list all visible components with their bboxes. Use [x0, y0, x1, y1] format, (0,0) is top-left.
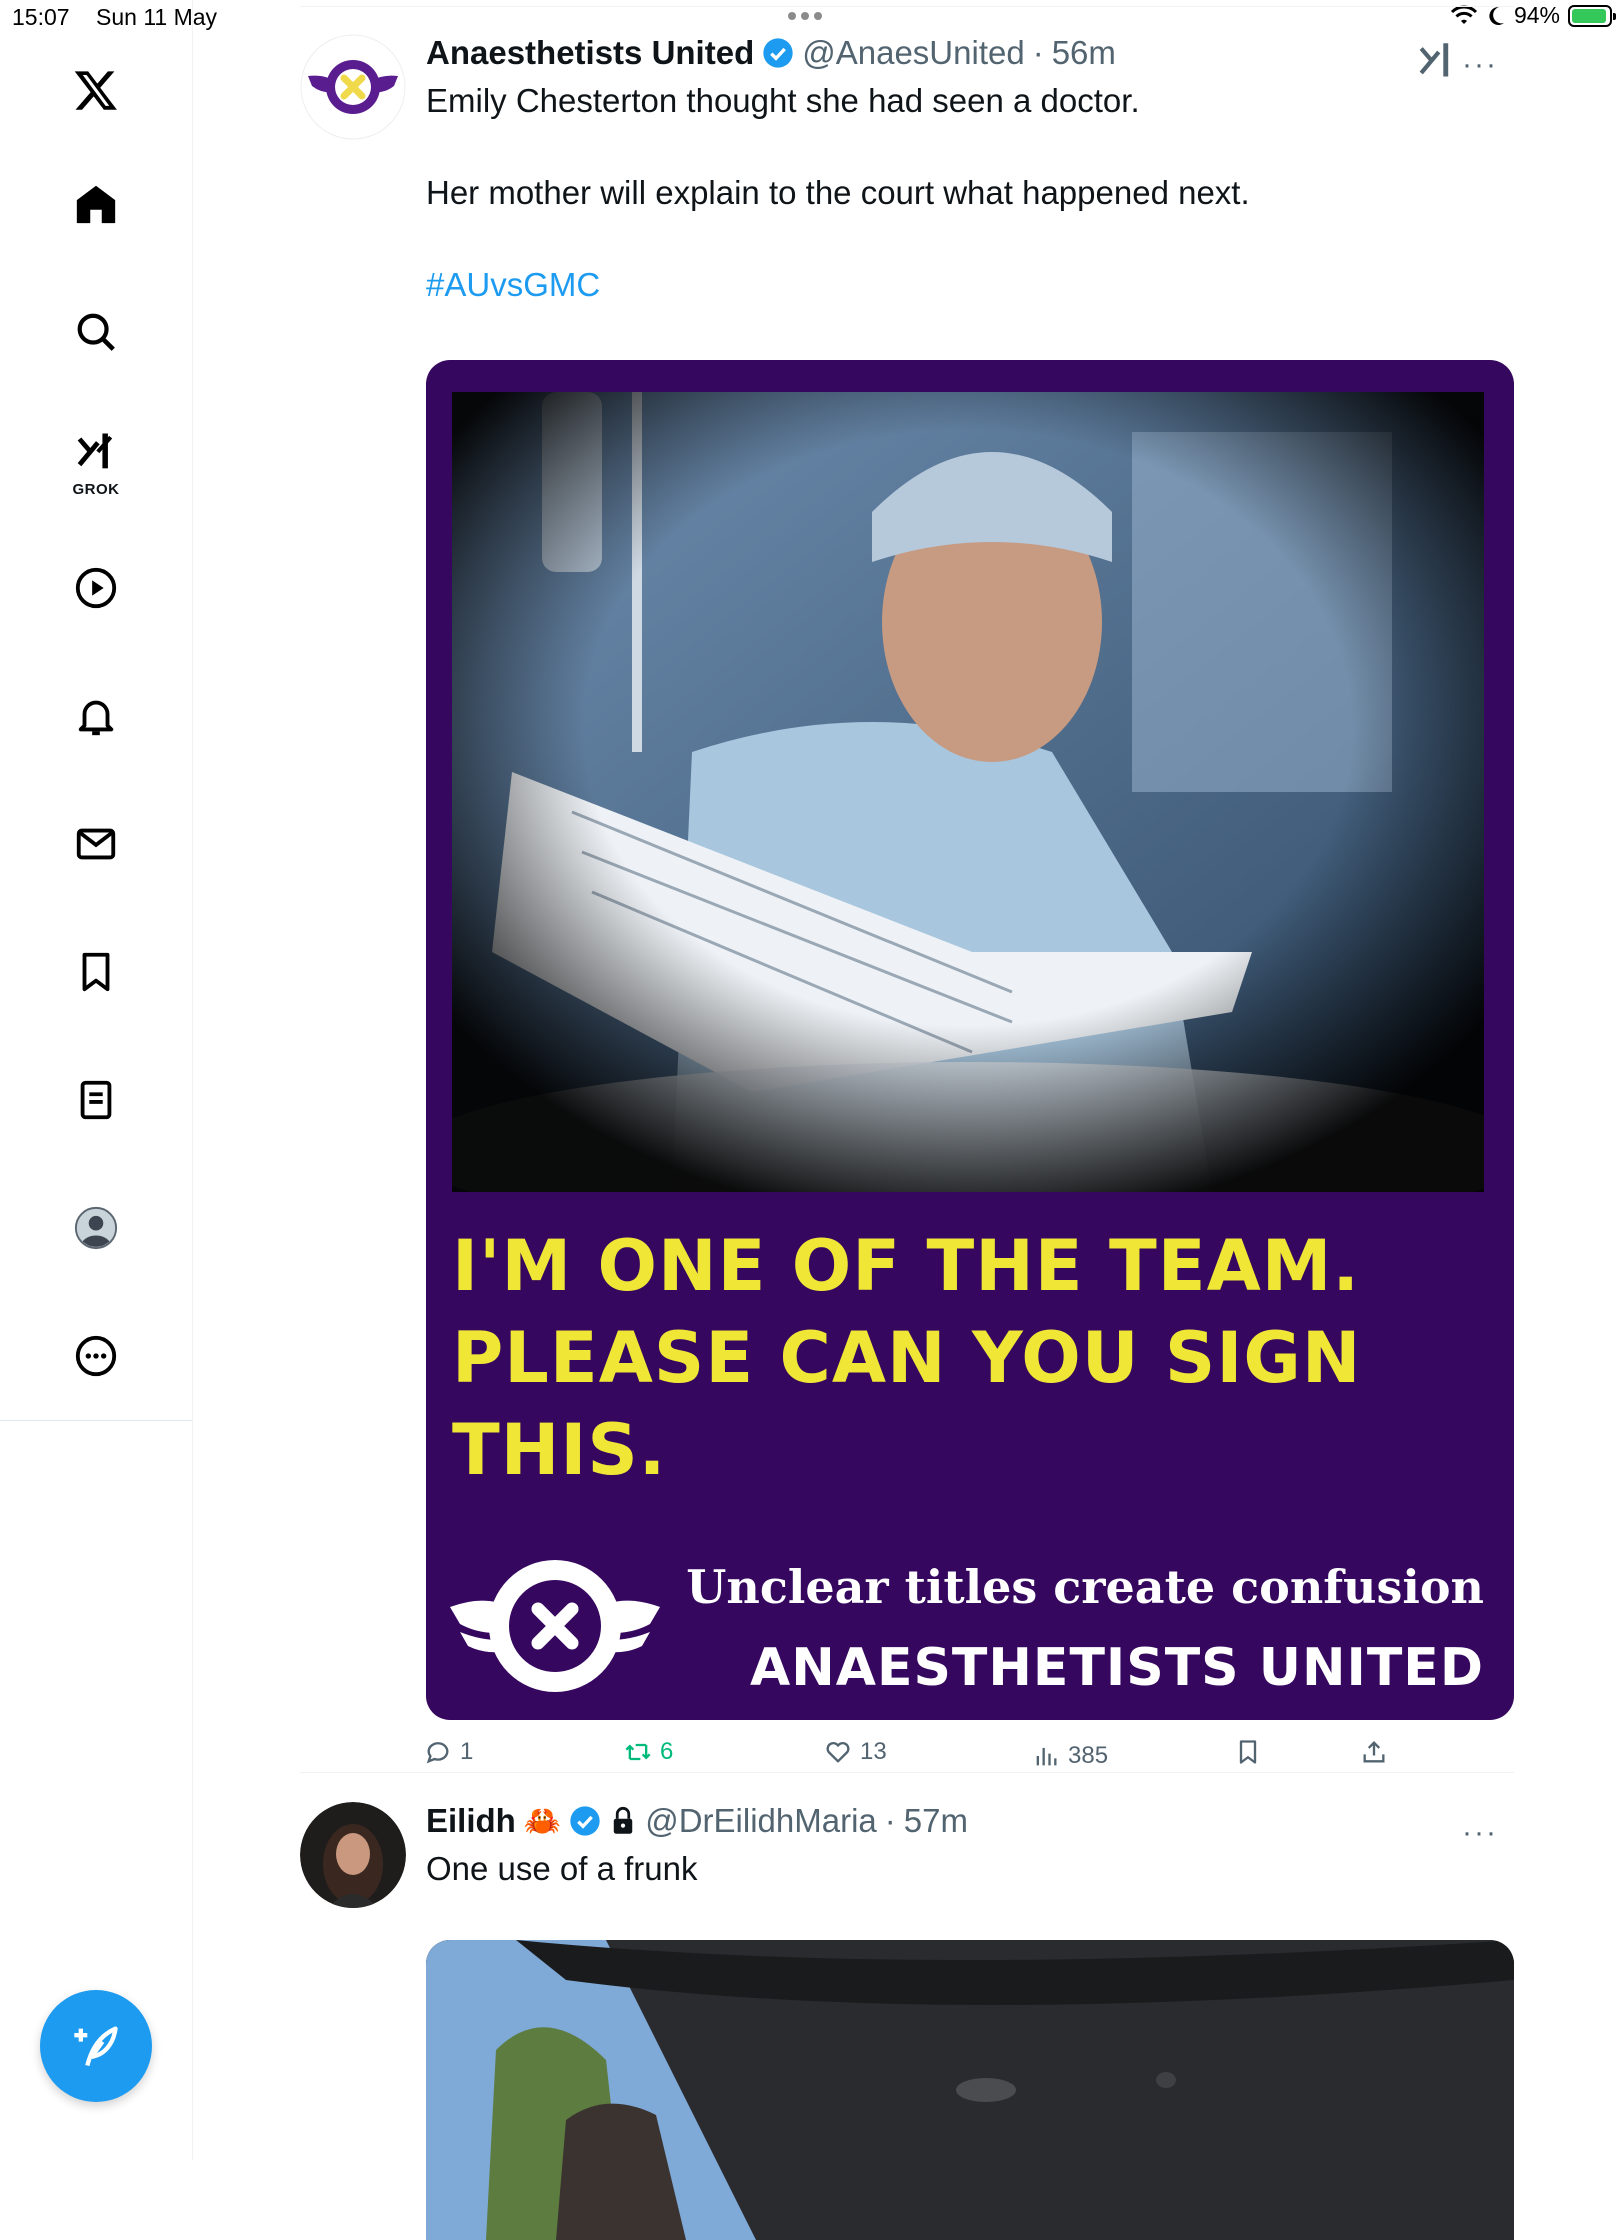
- heart-icon: [826, 1741, 850, 1763]
- home-icon[interactable]: [60, 168, 132, 240]
- anaesthetists-united-logo: [450, 1560, 660, 1692]
- like-count: 13: [860, 1738, 887, 1765]
- wifi-icon: [1450, 5, 1478, 24]
- hashtag-link[interactable]: #AUvsGMC: [426, 262, 600, 308]
- poster-photo: [452, 392, 1484, 1192]
- bookmarks-icon[interactable]: [60, 936, 132, 1008]
- video-icon[interactable]: [60, 552, 132, 624]
- tweet-text-line-2: Her mother will explain to the court wha…: [426, 174, 1250, 211]
- tweet-header: Eilidh 🦀 @DrEilidhMaria · 57m: [426, 1802, 968, 1840]
- views-count: 385: [1068, 1742, 1109, 1769]
- tweet-media-image[interactable]: I'M ONE OF THE TEAM. PLEASE CAN YOU SIGN…: [426, 360, 1514, 1720]
- notifications-icon[interactable]: [60, 680, 132, 752]
- verified-badge-icon: [570, 1806, 600, 1836]
- tweet-media-image[interactable]: [426, 1940, 1514, 2240]
- poster-headline: I'M ONE OF THE TEAM. PLEASE CAN YOU SIGN…: [452, 1220, 1514, 1496]
- x-logo-icon[interactable]: [60, 54, 132, 126]
- verified-badge-icon: [763, 38, 793, 68]
- search-icon[interactable]: [60, 296, 132, 368]
- grok-label: GROK: [72, 481, 120, 498]
- sidebar-nav: GROK: [0, 0, 193, 2160]
- crab-emoji: 🦀: [523, 1804, 562, 1838]
- poster-org-name: ANAESTHETISTS UNITED: [749, 1638, 1484, 1698]
- battery-percent: 94%: [1513, 2, 1560, 28]
- sidebar-divider: [0, 1420, 192, 1421]
- tweet-divider: [300, 1772, 1514, 1773]
- moon-icon: [1489, 6, 1504, 25]
- profile-icon[interactable]: [60, 1192, 132, 1264]
- handle[interactable]: @AnaesUnited: [802, 34, 1024, 72]
- display-name[interactable]: Anaesthetists United: [426, 34, 754, 72]
- timestamp[interactable]: 56m: [1052, 34, 1116, 72]
- feed-top-divider: [300, 6, 1514, 7]
- views-icon: [1036, 1747, 1057, 1766]
- handle[interactable]: @DrEilidhMaria: [645, 1802, 877, 1840]
- more-options-icon[interactable]: ···: [1462, 1816, 1498, 1850]
- more-icon[interactable]: [60, 1320, 132, 1392]
- share-button[interactable]: [1360, 1738, 1388, 1766]
- grok-explain-icon[interactable]: [1416, 38, 1458, 80]
- share-icon: [1363, 1741, 1385, 1763]
- reply-count: 1: [460, 1738, 474, 1765]
- bookmark-icon: [1239, 1740, 1257, 1764]
- poster-tagline: Unclear titles create confusion: [686, 1560, 1484, 1614]
- messages-icon[interactable]: [60, 808, 132, 880]
- repost-count: 6: [660, 1738, 674, 1765]
- lists-icon[interactable]: [60, 1064, 132, 1136]
- views-button[interactable]: 385: [1032, 1742, 1108, 1770]
- lock-icon: [613, 1806, 633, 1834]
- tweet[interactable]: Eilidh 🦀 @DrEilidhMaria · 57m ··· One us…: [300, 1802, 1514, 2240]
- repost-button[interactable]: 6: [624, 1738, 673, 1766]
- timestamp[interactable]: 57m: [904, 1802, 968, 1840]
- compose-post-icon: [74, 2026, 118, 2067]
- separator-dot: ·: [884, 1802, 896, 1839]
- separator-dot: ·: [1032, 34, 1044, 71]
- poster-headline-line-2: PLEASE CAN YOU SIGN THIS.: [452, 1317, 1362, 1491]
- avatar[interactable]: [300, 1802, 406, 1908]
- tweet-text-line-1: Emily Chesterton thought she had seen a …: [426, 82, 1140, 119]
- grok-icon[interactable]: GROK: [60, 420, 132, 500]
- like-button[interactable]: 13: [824, 1738, 887, 1766]
- more-options-icon[interactable]: ···: [1462, 48, 1498, 82]
- avatar[interactable]: [300, 34, 406, 140]
- reply-button[interactable]: 1: [424, 1738, 473, 1766]
- bookmark-button[interactable]: [1234, 1738, 1262, 1766]
- battery-charging-icon: [1568, 4, 1616, 27]
- tweet[interactable]: Anaesthetists United @AnaesUnited · 56m …: [300, 34, 1514, 1769]
- compose-post-button[interactable]: [40, 1990, 152, 2102]
- repost-icon: [625, 1743, 651, 1761]
- display-name[interactable]: Eilidh: [426, 1802, 516, 1840]
- poster-headline-line-1: I'M ONE OF THE TEAM.: [452, 1225, 1360, 1307]
- reply-icon: [426, 1742, 449, 1764]
- tweet-text: One use of a frunk: [426, 1850, 698, 1887]
- tweet-header: Anaesthetists United @AnaesUnited · 56m: [426, 34, 1116, 72]
- multitasking-dots-icon[interactable]: [788, 12, 822, 20]
- tweet-actions: 1 6 13 385: [424, 1738, 1514, 1788]
